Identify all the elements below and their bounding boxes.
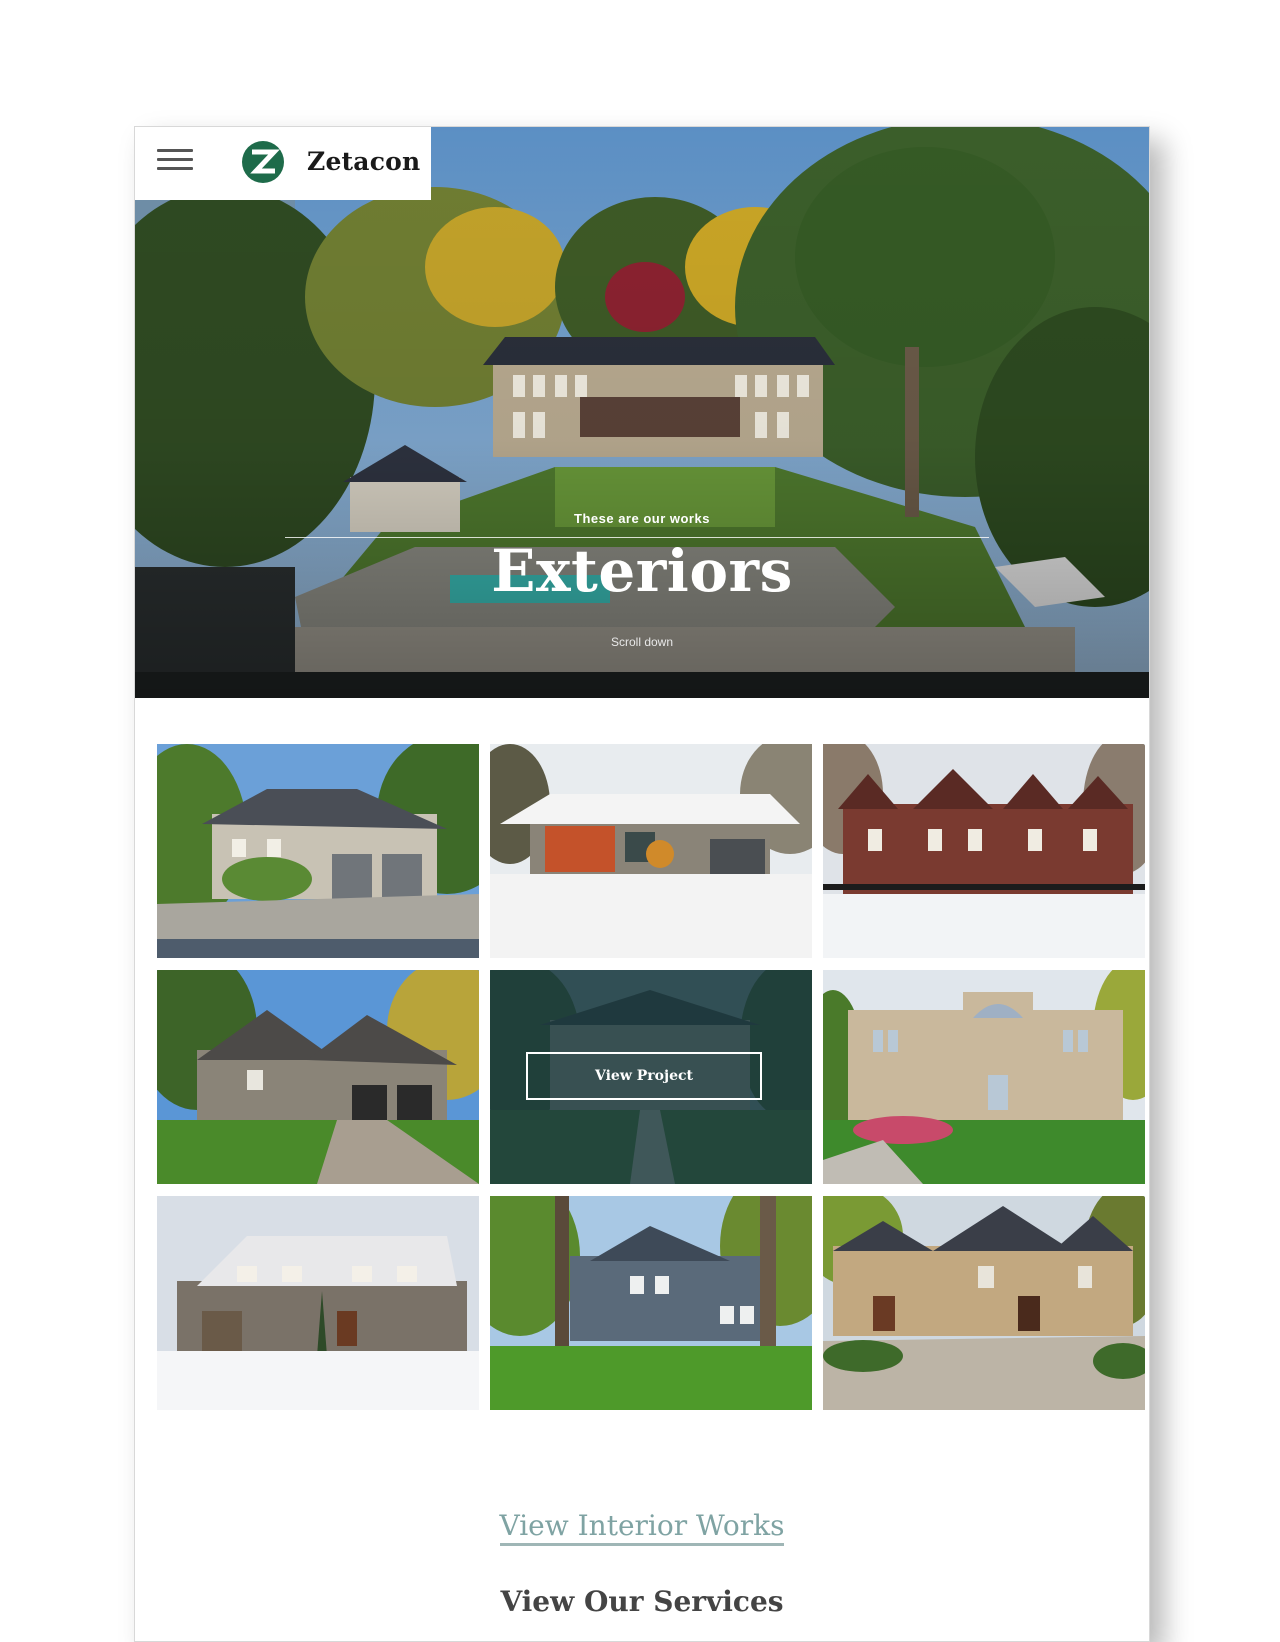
project-tile[interactable] [490, 744, 812, 958]
hero-title: Exteriors [491, 537, 793, 605]
project-photo [157, 1196, 479, 1410]
project-tile[interactable] [157, 970, 479, 1184]
interior-works-link-wrap: View Interior Works [135, 1509, 1149, 1546]
project-tile[interactable] [823, 1196, 1145, 1410]
scroll-down-hint[interactable]: Scroll down [135, 635, 1149, 649]
hero-kicker: These are our works [574, 511, 710, 526]
project-tile-hovered[interactable]: View Project [490, 970, 812, 1184]
zetacon-logo-icon[interactable] [241, 140, 285, 184]
project-photo [157, 970, 479, 1184]
hero-shade [135, 127, 1149, 698]
project-tile[interactable] [823, 970, 1145, 1184]
brand-name[interactable]: Zetacon [307, 147, 420, 176]
project-photo [157, 744, 479, 958]
project-photo [823, 970, 1145, 1184]
project-photo [490, 1196, 812, 1410]
page-frame: Zetacon These are our works Exteriors Sc… [134, 126, 1150, 1642]
hamburger-menu-icon[interactable] [157, 149, 193, 175]
project-tile[interactable] [157, 744, 479, 958]
project-tile[interactable] [490, 1196, 812, 1410]
view-interior-works-link[interactable]: View Interior Works [499, 1509, 785, 1546]
project-tile[interactable] [823, 744, 1145, 958]
project-tile[interactable] [157, 1196, 479, 1410]
project-photo [823, 744, 1145, 958]
top-navbar: Zetacon [135, 127, 431, 200]
view-our-services-link[interactable]: View Our Services [135, 1585, 1149, 1618]
view-project-button[interactable]: View Project [526, 1052, 762, 1100]
project-photo [490, 744, 812, 958]
project-photo [823, 1196, 1145, 1410]
hero-banner: Zetacon These are our works Exteriors Sc… [135, 127, 1149, 698]
